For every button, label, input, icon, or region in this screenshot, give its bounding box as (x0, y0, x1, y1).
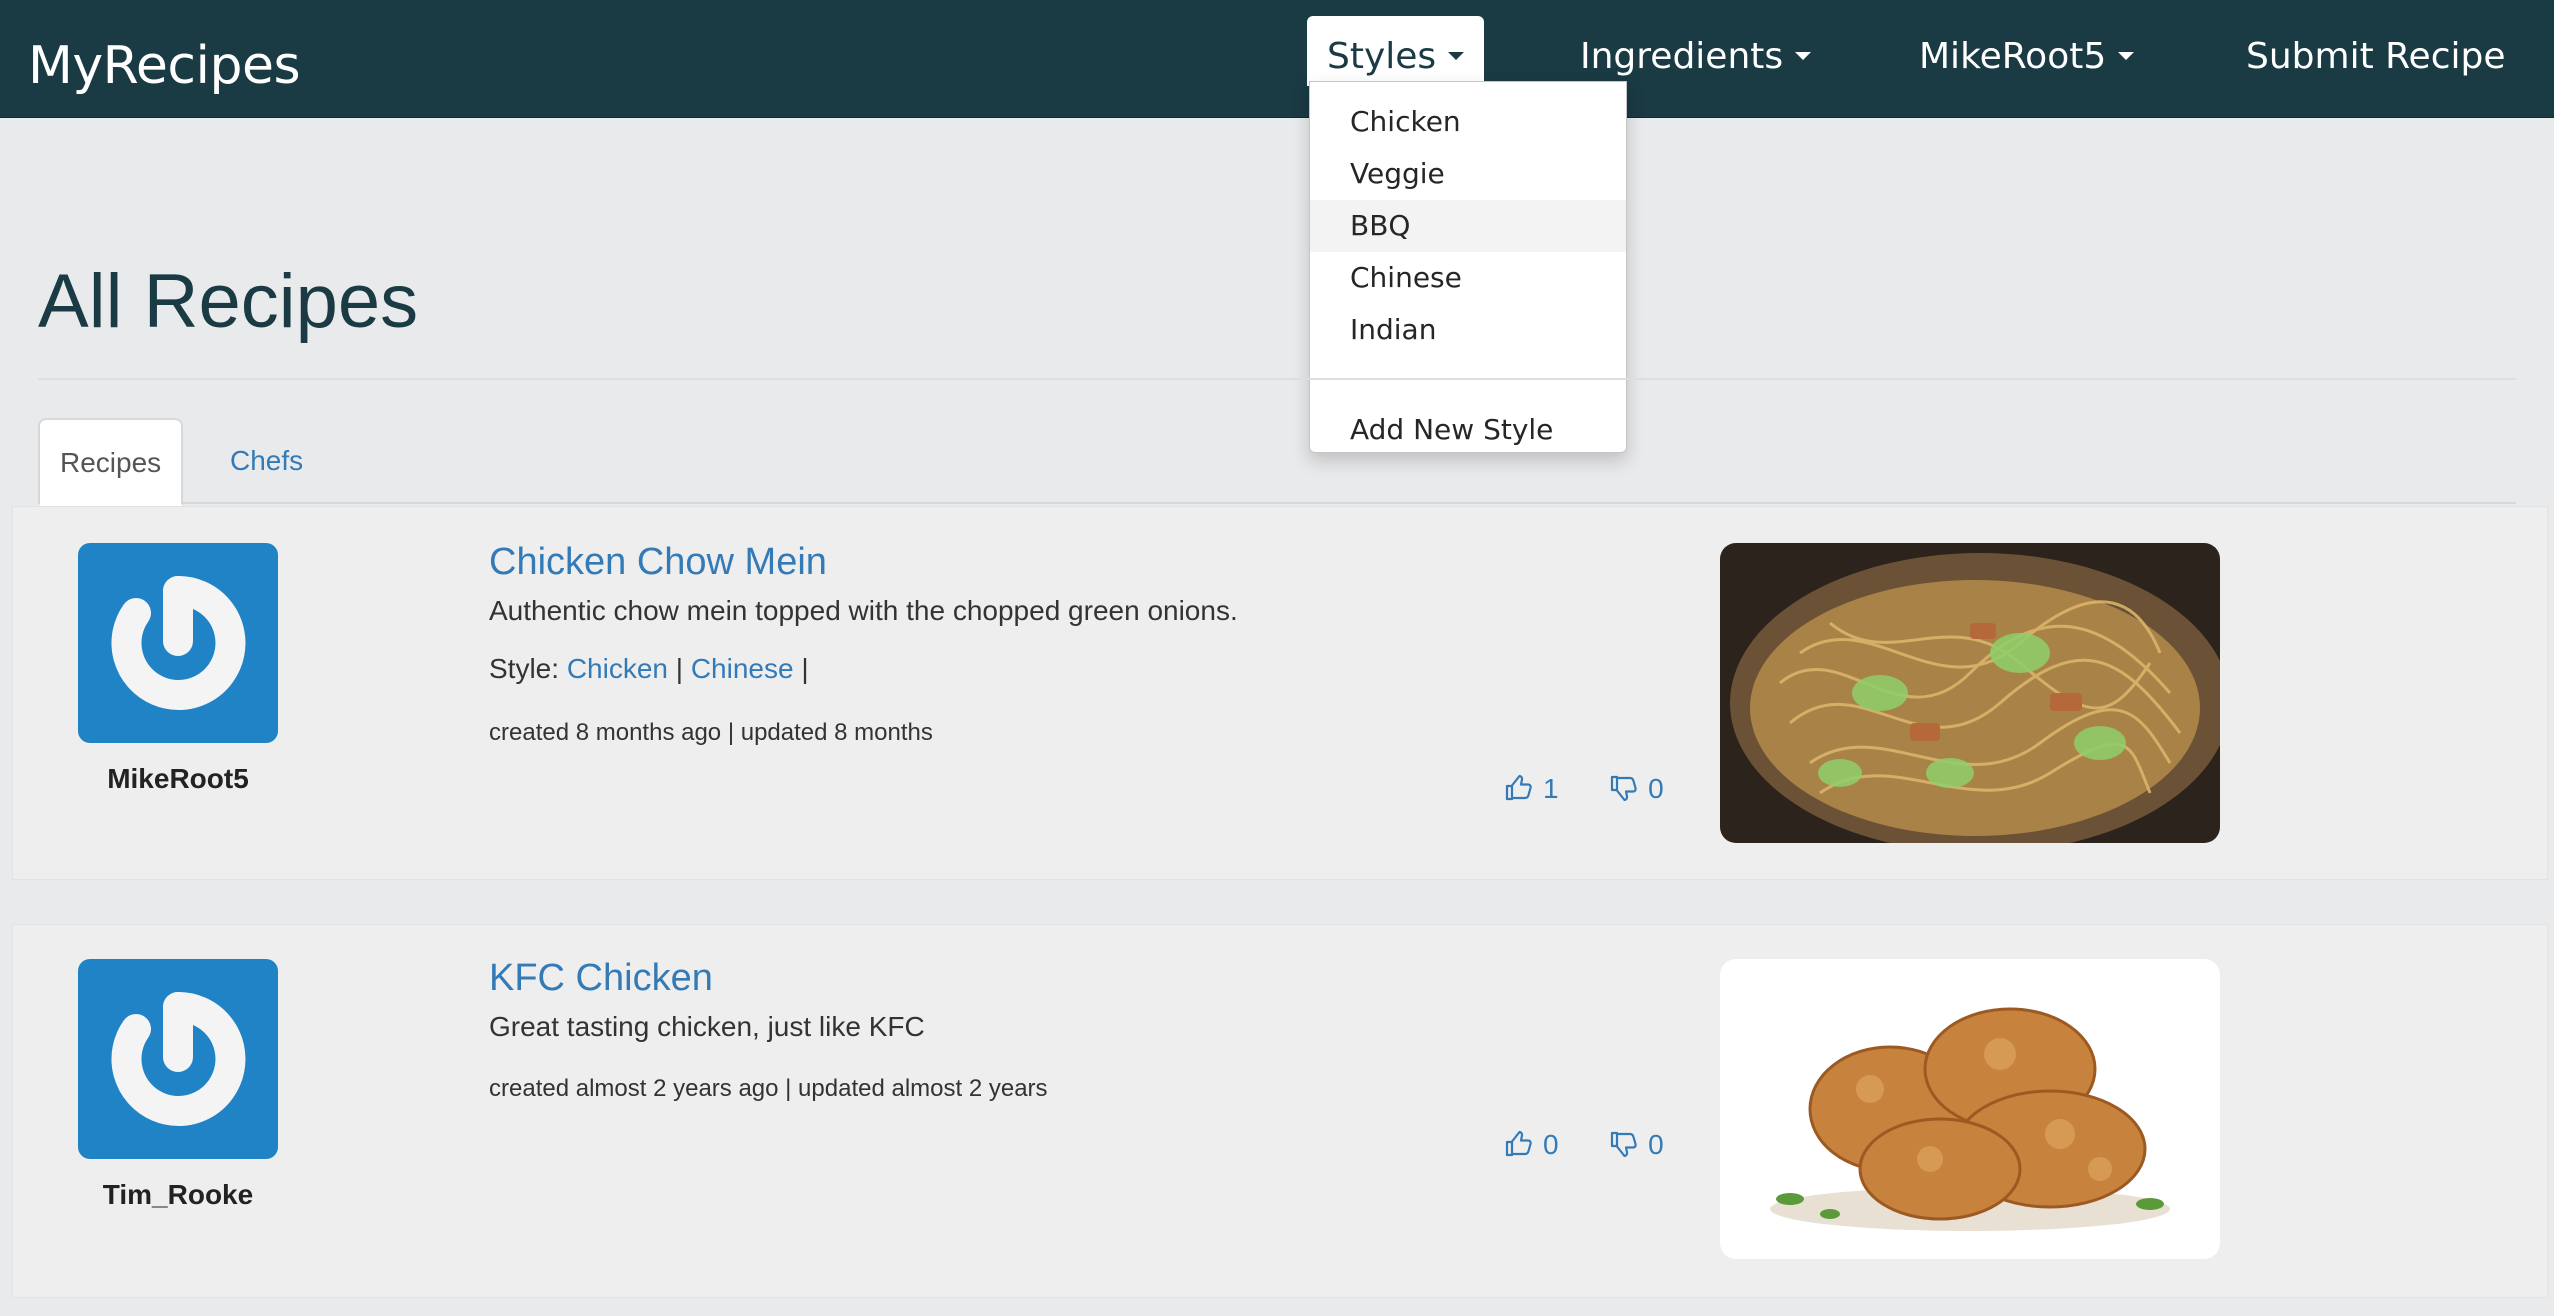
chef-avatar[interactable] (78, 959, 278, 1159)
nav-styles-label: Styles (1327, 36, 1437, 77)
dislike-count: 0 (1648, 1129, 1664, 1160)
recipe-card: Tim_Rooke KFC Chicken Great tasting chic… (12, 924, 2548, 1298)
nav-submit-recipe[interactable]: Submit Recipe (2246, 0, 2506, 118)
brand-logo[interactable]: MyRecipes (28, 36, 301, 96)
styles-dropdown-menu: Chicken Veggie BBQ Chinese Indian Add Ne… (1309, 81, 1627, 453)
vote-controls: 0 0 (1503, 1129, 1664, 1162)
tab-recipes[interactable]: Recipes (38, 418, 184, 506)
dislike-button[interactable]: 0 (1608, 1129, 1664, 1160)
nav-ingredients-label: Ingredients (1580, 36, 1784, 77)
style-link-chinese[interactable]: Chinese (691, 653, 794, 684)
chow-mein-photo (1720, 543, 2220, 843)
recipe-description: Authentic chow mein topped with the chop… (489, 595, 1238, 626)
dropdown-item-veggie[interactable]: Veggie (1310, 148, 1626, 200)
thumbs-up-icon (1505, 1130, 1532, 1156)
recipe-photo[interactable] (1720, 543, 2220, 843)
thumbs-down-icon (1611, 775, 1637, 801)
fried-chicken-photo (1720, 959, 2220, 1259)
like-button[interactable]: 1 (1503, 773, 1559, 804)
caret-down-icon (1795, 52, 1812, 60)
recipe-photo[interactable] (1720, 959, 2220, 1259)
top-navbar: MyRecipes Styles Ingredients MikeRoot5 S… (0, 0, 2554, 118)
dislike-count: 0 (1648, 773, 1664, 804)
style-separator: | (675, 653, 684, 684)
power-avatar-icon (111, 991, 246, 1126)
tab-bar: Recipes Chefs (38, 418, 2516, 506)
like-button[interactable]: 0 (1503, 1129, 1559, 1160)
chef-avatar[interactable] (78, 543, 278, 743)
dropdown-item-indian[interactable]: Indian (1310, 304, 1626, 356)
dropdown-item-chicken[interactable]: Chicken (1310, 96, 1626, 148)
dislike-button[interactable]: 0 (1608, 773, 1664, 804)
style-prefix: Style: (489, 653, 560, 684)
nav-user-dropdown[interactable]: MikeRoot5 (1919, 0, 2135, 118)
thumbs-up-icon (1505, 774, 1532, 800)
recipe-timestamps: created almost 2 years ago | updated alm… (489, 1075, 1048, 1102)
tab-chefs[interactable]: Chefs (210, 418, 323, 504)
recipe-title[interactable]: Chicken Chow Mein (489, 541, 827, 584)
nav-user-label: MikeRoot5 (1919, 36, 2107, 77)
caret-down-icon (2118, 52, 2135, 60)
vote-controls: 1 0 (1503, 773, 1664, 806)
style-link-chicken[interactable]: Chicken (567, 653, 668, 684)
dropdown-item-chinese[interactable]: Chinese (1310, 252, 1626, 304)
recipe-description: Great tasting chicken, just like KFC (489, 1011, 925, 1042)
style-separator: | (801, 653, 809, 684)
dropdown-item-bbq[interactable]: BBQ (1310, 200, 1626, 252)
nav-styles-dropdown[interactable]: Styles (1307, 16, 1485, 86)
caret-down-icon (1448, 52, 1465, 60)
like-count: 1 (1543, 773, 1559, 804)
thumbs-down-icon (1611, 1131, 1637, 1157)
recipe-styles: Style: Chicken | Chinese | (489, 653, 809, 685)
power-avatar-icon (111, 575, 246, 710)
header-divider (38, 378, 2516, 380)
recipe-timestamps: created 8 months ago | updated 8 months (489, 719, 933, 746)
recipe-title[interactable]: KFC Chicken (489, 957, 713, 1000)
like-count: 0 (1543, 1129, 1559, 1160)
chef-name[interactable]: MikeRoot5 (28, 763, 328, 795)
recipe-card: MikeRoot5 Chicken Chow Mein Authentic ch… (12, 506, 2548, 880)
chef-name[interactable]: Tim_Rooke (28, 1179, 328, 1211)
page-title: All Recipes (38, 259, 419, 344)
